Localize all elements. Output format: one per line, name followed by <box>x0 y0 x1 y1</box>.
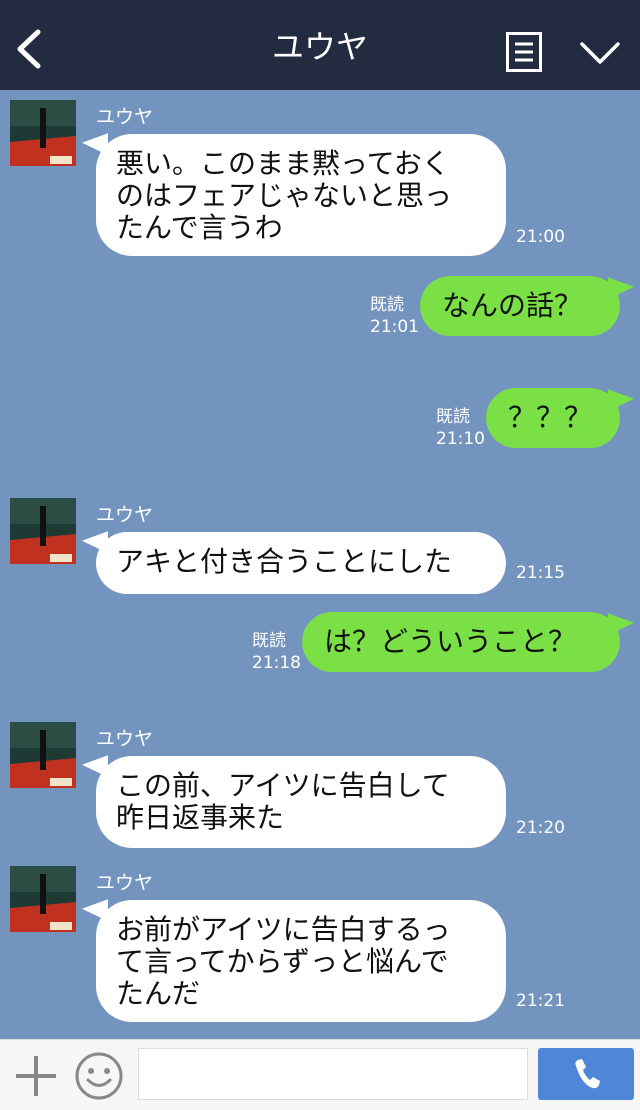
message-bubble[interactable]: この前、アイツに告白して 昨日返事来た <box>96 756 506 848</box>
read-label: 既読 <box>436 407 470 427</box>
sender-name: ユウヤ <box>96 106 154 128</box>
avatar[interactable] <box>10 722 76 788</box>
message-bubble[interactable]: は？どういうこと？ <box>302 612 620 672</box>
message-bubble[interactable]: アキと付き合うことにした <box>96 532 506 594</box>
message-bubble[interactable]: ？？？ <box>486 388 620 448</box>
message-time: 21:15 <box>516 563 565 583</box>
read-label: 既読 <box>370 295 404 315</box>
sender-name: ユウヤ <box>96 504 154 526</box>
message-time: 21:21 <box>516 991 565 1011</box>
sender-name: ユウヤ <box>96 872 154 894</box>
chevron-down-icon[interactable] <box>578 38 622 68</box>
message-bubble[interactable]: なんの話？ <box>420 276 620 336</box>
chat-title: ユウヤ <box>271 28 368 66</box>
message-time: 21:10 <box>436 429 485 449</box>
menu-icon[interactable] <box>506 32 542 72</box>
message-time: 21:20 <box>516 818 565 838</box>
message-bubble[interactable]: お前がアイツに告白するっ て言ってからずっと悩んで たんだ <box>96 900 506 1022</box>
message-composer <box>0 1039 640 1110</box>
call-button[interactable] <box>538 1048 634 1100</box>
read-receipt: 既読 21:10 <box>436 406 485 450</box>
read-receipt: 既読 21:01 <box>370 294 419 338</box>
message-bubble[interactable]: 悪い。このまま黙っておく のはフェアじゃないと思っ たんで言うわ <box>96 134 506 256</box>
message-time: 21:00 <box>516 227 565 247</box>
avatar[interactable] <box>10 866 76 932</box>
message-time: 21:01 <box>370 317 419 337</box>
avatar[interactable] <box>10 498 76 564</box>
plus-icon[interactable] <box>14 1054 58 1098</box>
message-list[interactable]: ユウヤ 悪い。このまま黙っておく のはフェアじゃないと思っ たんで言うわ 21:… <box>0 90 640 1039</box>
message-time: 21:18 <box>252 653 301 673</box>
chat-header: ユウヤ <box>0 0 640 90</box>
smile-icon[interactable] <box>74 1051 124 1101</box>
avatar[interactable] <box>10 100 76 166</box>
read-receipt: 既読 21:18 <box>252 630 301 674</box>
sender-name: ユウヤ <box>96 728 154 750</box>
phone-icon <box>575 1059 600 1089</box>
read-label: 既読 <box>252 631 286 651</box>
message-input[interactable] <box>138 1048 528 1100</box>
